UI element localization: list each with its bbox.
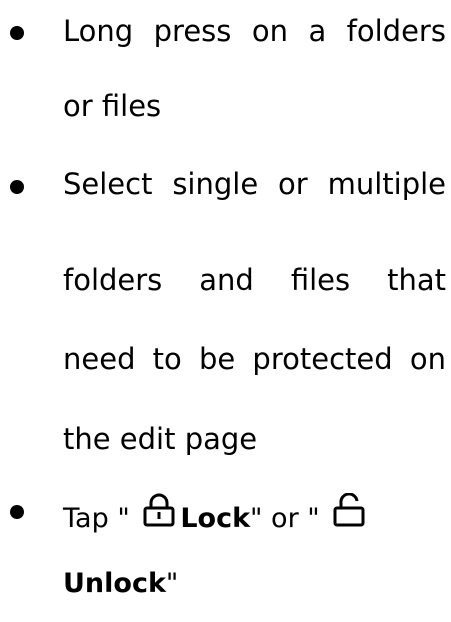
- bullet-1-dot: [10, 26, 24, 40]
- word: Select: [63, 167, 153, 201]
- word: folders: [63, 263, 163, 297]
- word: to: [152, 342, 182, 376]
- word: or files: [63, 89, 162, 123]
- word: press: [153, 14, 232, 48]
- bullet-2-line-3: need to be protected on: [63, 345, 446, 374]
- quote-close: ": [165, 568, 179, 599]
- bullet-1-line-2: or files: [63, 92, 161, 121]
- word: on: [409, 342, 446, 376]
- word: Long: [63, 14, 134, 48]
- word: the edit page: [63, 422, 258, 456]
- bullet-2-dot: [10, 180, 24, 194]
- bullet-2-line-2: folders and files that: [63, 266, 446, 295]
- bullet-1-line-1: Long press on a folders: [63, 17, 446, 46]
- instruction-list: Long press on a folders or files Select …: [0, 0, 451, 622]
- word: on: [251, 14, 288, 48]
- lock-label: Lock: [180, 503, 251, 534]
- word: need: [63, 342, 136, 376]
- quote-or: " or ": [250, 503, 320, 534]
- word: single: [172, 167, 259, 201]
- word: files: [290, 263, 351, 297]
- lock-open-icon: [332, 493, 366, 527]
- quote-open: ": [117, 503, 130, 534]
- bullet-3-line-2: Unlock": [63, 570, 178, 597]
- lock-closed-icon: [142, 493, 176, 527]
- word: protected: [252, 342, 393, 376]
- word: or: [278, 167, 308, 201]
- bullet-3-line-1: Tap " Lock" or ": [63, 493, 370, 532]
- word: multiple: [327, 167, 446, 201]
- bullet-3-dot: [10, 505, 24, 519]
- word: and: [199, 263, 254, 297]
- unlock-label: Unlock: [63, 568, 166, 599]
- word: a: [308, 14, 327, 48]
- bullet-2-line-4: the edit page: [63, 425, 257, 454]
- bullet-2-line-1: Select single or multiple: [63, 170, 446, 199]
- word: folders: [346, 14, 446, 48]
- word: be: [198, 342, 236, 376]
- tap-label: Tap: [63, 503, 109, 534]
- word: that: [387, 263, 446, 297]
